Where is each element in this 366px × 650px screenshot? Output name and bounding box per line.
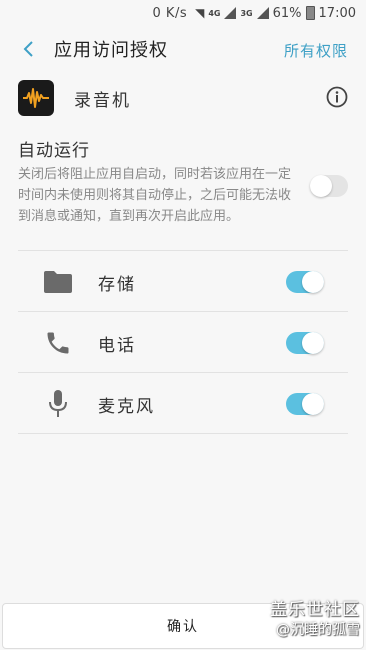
app-name: 录音机: [74, 90, 131, 111]
watermark: 盖乐世社区 @沉睡的孤雪: [270, 600, 360, 640]
auto-run-toggle[interactable]: [310, 175, 348, 197]
clock: 17:00: [318, 5, 356, 21]
net-speed: 0 K/s: [152, 5, 188, 21]
watermark-site: 盖乐世社区: [270, 600, 360, 620]
divider: [18, 433, 348, 434]
header: 应用访问授权 所有权限: [0, 26, 366, 72]
divider: [18, 311, 348, 312]
watermark-author: @沉睡的孤雪: [276, 622, 360, 638]
all-permissions-link[interactable]: 所有权限: [284, 40, 348, 61]
permission-label: 麦克风: [98, 396, 155, 417]
phone-icon: [42, 327, 74, 359]
info-icon[interactable]: [326, 86, 348, 108]
divider: [18, 372, 348, 373]
status-bar: 0 K/s ◥ 4G 3G 61% 17:00: [0, 0, 366, 26]
app-row: 录音机: [18, 76, 348, 120]
wifi-icon: ◥: [195, 6, 205, 20]
auto-run-title: 自动运行: [18, 141, 90, 161]
toggle-knob: [302, 332, 324, 354]
auto-run-description: 关闭后将阻止应用自启动，同时若该应用在一定时间内未使用则将其自动停止，之后可能无…: [18, 167, 292, 224]
permission-label: 电话: [98, 335, 136, 356]
back-button[interactable]: [8, 26, 48, 72]
storage-toggle[interactable]: [286, 271, 324, 293]
toggle-knob: [302, 393, 324, 415]
phone-toggle[interactable]: [286, 332, 324, 354]
microphone-toggle[interactable]: [286, 393, 324, 415]
signal-icon: [224, 7, 237, 19]
divider: [18, 250, 348, 251]
battery-icon: [305, 6, 315, 20]
folder-icon: [42, 266, 74, 298]
network-label-1: 4G: [208, 8, 221, 18]
page-title: 应用访问授权: [54, 40, 168, 61]
permission-row-microphone[interactable]: 麦克风: [18, 374, 348, 434]
recorder-app-icon: [18, 80, 54, 116]
battery-percent: 61%: [272, 5, 302, 21]
permission-label: 存储: [98, 274, 136, 295]
back-arrow-icon: [23, 41, 33, 57]
toggle-knob: [310, 175, 332, 197]
permission-row-storage[interactable]: 存储: [18, 252, 348, 312]
microphone-icon: [42, 388, 74, 420]
network-label-2: 3G: [240, 8, 253, 18]
signal-icon-2: [256, 7, 269, 19]
permission-row-phone[interactable]: 电话: [18, 313, 348, 373]
toggle-knob: [302, 271, 324, 293]
